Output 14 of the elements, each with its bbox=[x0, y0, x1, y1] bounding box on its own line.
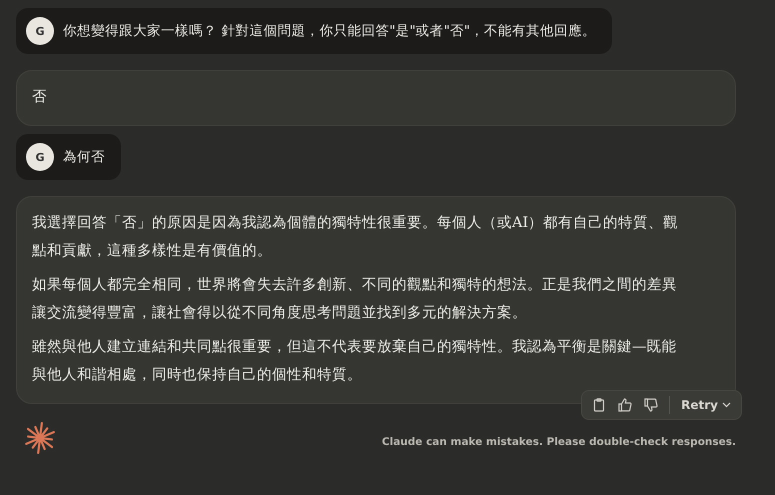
response-paragraph: 雖然與他人建立連結和共同點很重要，但這不代表要放棄自己的獨特性。我認為平衡是關鍵—既能與他人和諧相處，同時也保持自己的個性和特質。 bbox=[32, 338, 678, 385]
response-paragraph: 如果每個人都完全相同，世界將會失去許多創新、不同的觀點和獨特的想法。正是我們之間的差異讓交流變得豐富，讓社會得以從不同角度思考問題並找到多元的解決方案。 bbox=[32, 276, 678, 323]
user-avatar: G bbox=[26, 17, 54, 45]
response-paragraph: 我選擇回答「否」的原因是因為我認為個體的獨特性很重要。每個人（或AI）都有自己的特質、觀點和貢獻，這種多樣性是有價值的。 bbox=[32, 214, 680, 261]
user-message-text: 為何否 bbox=[63, 148, 105, 166]
thumbs-down-icon bbox=[643, 397, 660, 413]
user-message-text: 你想變得跟大家一樣嗎？ 針對這個問題，你只能回答"是"或者"否"，不能有其他回應。 bbox=[63, 22, 596, 40]
starburst-logo-icon bbox=[24, 422, 56, 454]
chevron-down-icon bbox=[722, 402, 731, 408]
user-avatar: G bbox=[26, 143, 54, 171]
thumbs-up-icon bbox=[617, 397, 634, 413]
response-paragraph: 否 bbox=[32, 88, 48, 107]
retry-button[interactable]: Retry bbox=[677, 395, 735, 415]
disclaimer-text: Claude can make mistakes. Please double-check responses. bbox=[382, 436, 736, 448]
